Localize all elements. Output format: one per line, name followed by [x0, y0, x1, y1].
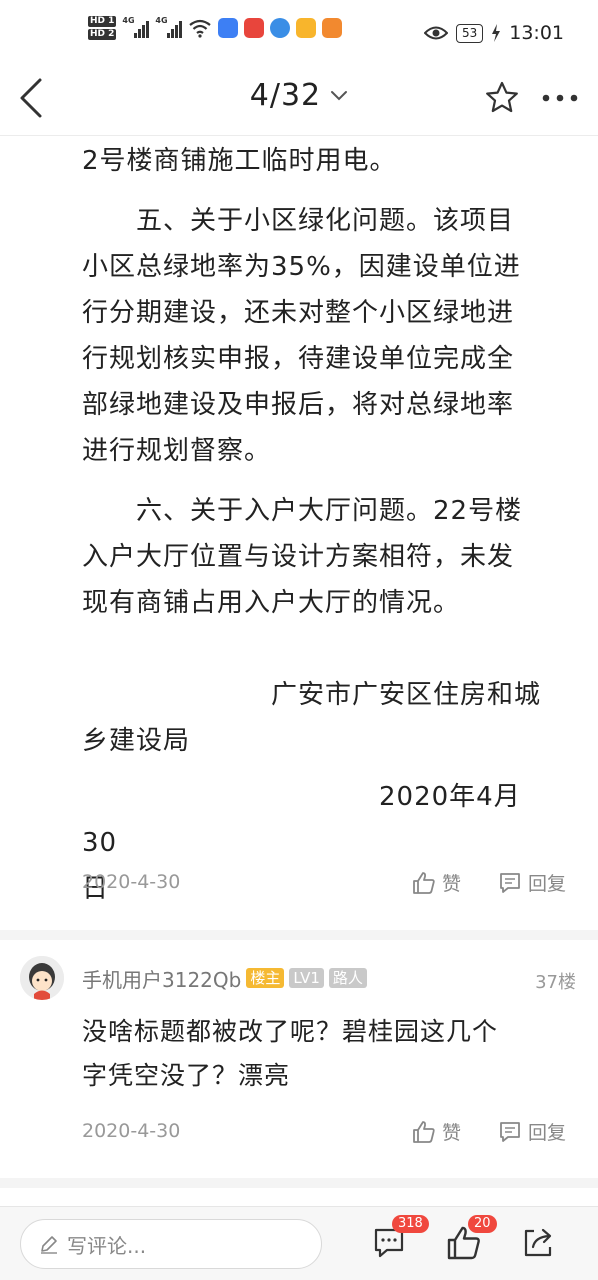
comment-icon[interactable] — [498, 1120, 522, 1144]
reply-action[interactable]: 回复 — [498, 869, 566, 896]
comment-count-badge: 318 — [392, 1215, 429, 1233]
like-button[interactable]: 20 — [446, 1215, 497, 1265]
role-badge: 路人 — [328, 968, 367, 988]
status-bar: HD 1 HD 2 4G 4G 53 13:01 — [0, 0, 598, 62]
level-badge: LV1 — [289, 968, 324, 988]
article-text: 2号楼商铺施工临时用电。 五、关于小区绿化问题。该项目 小区总绿地率为35%，因… — [82, 138, 552, 912]
star-icon[interactable] — [484, 80, 520, 116]
app-notification-icon-4 — [296, 18, 317, 38]
pencil-icon — [41, 1236, 57, 1254]
article-line: 五、关于小区绿化问题。该项目 — [82, 206, 515, 236]
comment-placeholder[interactable]: 写评论... — [67, 1230, 146, 1259]
comment-text: 没啥标题都被改了呢？碧桂园这几个 字凭空没了？漂亮 — [82, 1010, 572, 1098]
share-icon[interactable] — [520, 1225, 556, 1261]
signature-date-line: 2020年4月30 — [82, 782, 521, 858]
article-line: 现有商铺占用入户大厅的情况。 — [82, 588, 461, 618]
comment-icon[interactable] — [498, 871, 522, 895]
comment-meta-row: 2020-4-30 赞 回复 — [82, 1118, 582, 1148]
battery-level: 53 — [455, 23, 484, 43]
article-line: 行规划核实申报，待建设单位完成全 — [82, 344, 515, 374]
thumbs-up-icon[interactable] — [412, 871, 436, 895]
app-notification-icon-1 — [218, 18, 239, 38]
app-notification-icon-2 — [244, 18, 265, 38]
post-content: 2号楼商铺施工临时用电。 五、关于小区绿化问题。该项目 小区总绿地率为35%，因… — [0, 136, 598, 1206]
chevron-down-icon[interactable] — [330, 90, 348, 102]
page-indicator[interactable]: 4/32 — [250, 78, 321, 113]
like-action[interactable]: 赞 — [412, 869, 461, 896]
app-notification-icon-5 — [322, 18, 343, 38]
signature-org-line: 广安市广安区住房和城 — [82, 680, 542, 710]
like-label[interactable]: 赞 — [442, 1118, 461, 1145]
hd1-label: HD 1 — [88, 16, 117, 27]
post-date: 2020-4-30 — [82, 871, 181, 893]
username[interactable]: 手机用户3122Qb — [82, 964, 241, 993]
article-line: 行分期建设，还未对整个小区绿地进 — [82, 298, 515, 328]
article-line: 小区总绿地率为35%，因建设单位进 — [82, 252, 521, 282]
more-dots-icon[interactable] — [540, 86, 580, 110]
avatar[interactable] — [20, 956, 64, 1000]
comments-button[interactable]: 318 — [370, 1215, 429, 1265]
post-meta-row: 2020-4-30 赞 回复 — [82, 869, 582, 899]
like-label[interactable]: 赞 — [442, 869, 461, 896]
reply-label[interactable]: 回复 — [528, 1118, 566, 1145]
dual-sim-indicator: HD 1 HD 2 — [88, 16, 117, 40]
section-divider — [0, 1178, 598, 1188]
reply-label[interactable]: 回复 — [528, 869, 566, 896]
article-line: 部绿地建设及申报后，将对总绿地率 — [82, 390, 515, 420]
signal-2-icon: 4G — [155, 16, 183, 38]
bottom-action-bar: 写评论... 318 20 — [0, 1206, 598, 1280]
comment-like-action[interactable]: 赞 — [412, 1118, 461, 1145]
floor-number: 37楼 — [535, 972, 576, 993]
wifi-icon — [189, 19, 212, 38]
section-divider — [0, 930, 598, 940]
signal-1-icon: 4G — [122, 16, 150, 38]
signature-org-line: 乡建设局 — [82, 726, 191, 756]
charging-icon — [492, 24, 501, 42]
thumbs-up-icon[interactable] — [412, 1120, 436, 1144]
article-line: 2号楼商铺施工临时用电。 — [82, 146, 397, 176]
article-line: 六、关于入户大厅问题。22号楼 — [82, 496, 523, 526]
hd2-label: HD 2 — [88, 29, 117, 40]
top-nav-bar: 4/32 — [0, 62, 598, 136]
comment-input[interactable]: 写评论... — [20, 1219, 322, 1269]
article-line: 进行规划督察。 — [82, 436, 272, 466]
clock: 13:01 — [509, 22, 564, 44]
comment-date: 2020-4-30 — [82, 1120, 181, 1142]
comment-line: 没啥标题都被改了呢？碧桂园这几个 — [82, 1017, 499, 1046]
owner-badge: 楼主 — [246, 968, 285, 988]
app-notification-icon-3 — [270, 18, 291, 38]
comment-user-row: 手机用户3122Qb 楼主 LV1 路人 — [82, 964, 367, 992]
like-count-badge: 20 — [468, 1215, 497, 1233]
comment-reply-action[interactable]: 回复 — [498, 1118, 566, 1145]
share-button[interactable] — [518, 1221, 562, 1265]
article-line: 入户大厅位置与设计方案相符，未发 — [82, 542, 515, 572]
eye-icon — [423, 26, 448, 40]
comment-line: 字凭空没了？漂亮 — [82, 1061, 291, 1090]
